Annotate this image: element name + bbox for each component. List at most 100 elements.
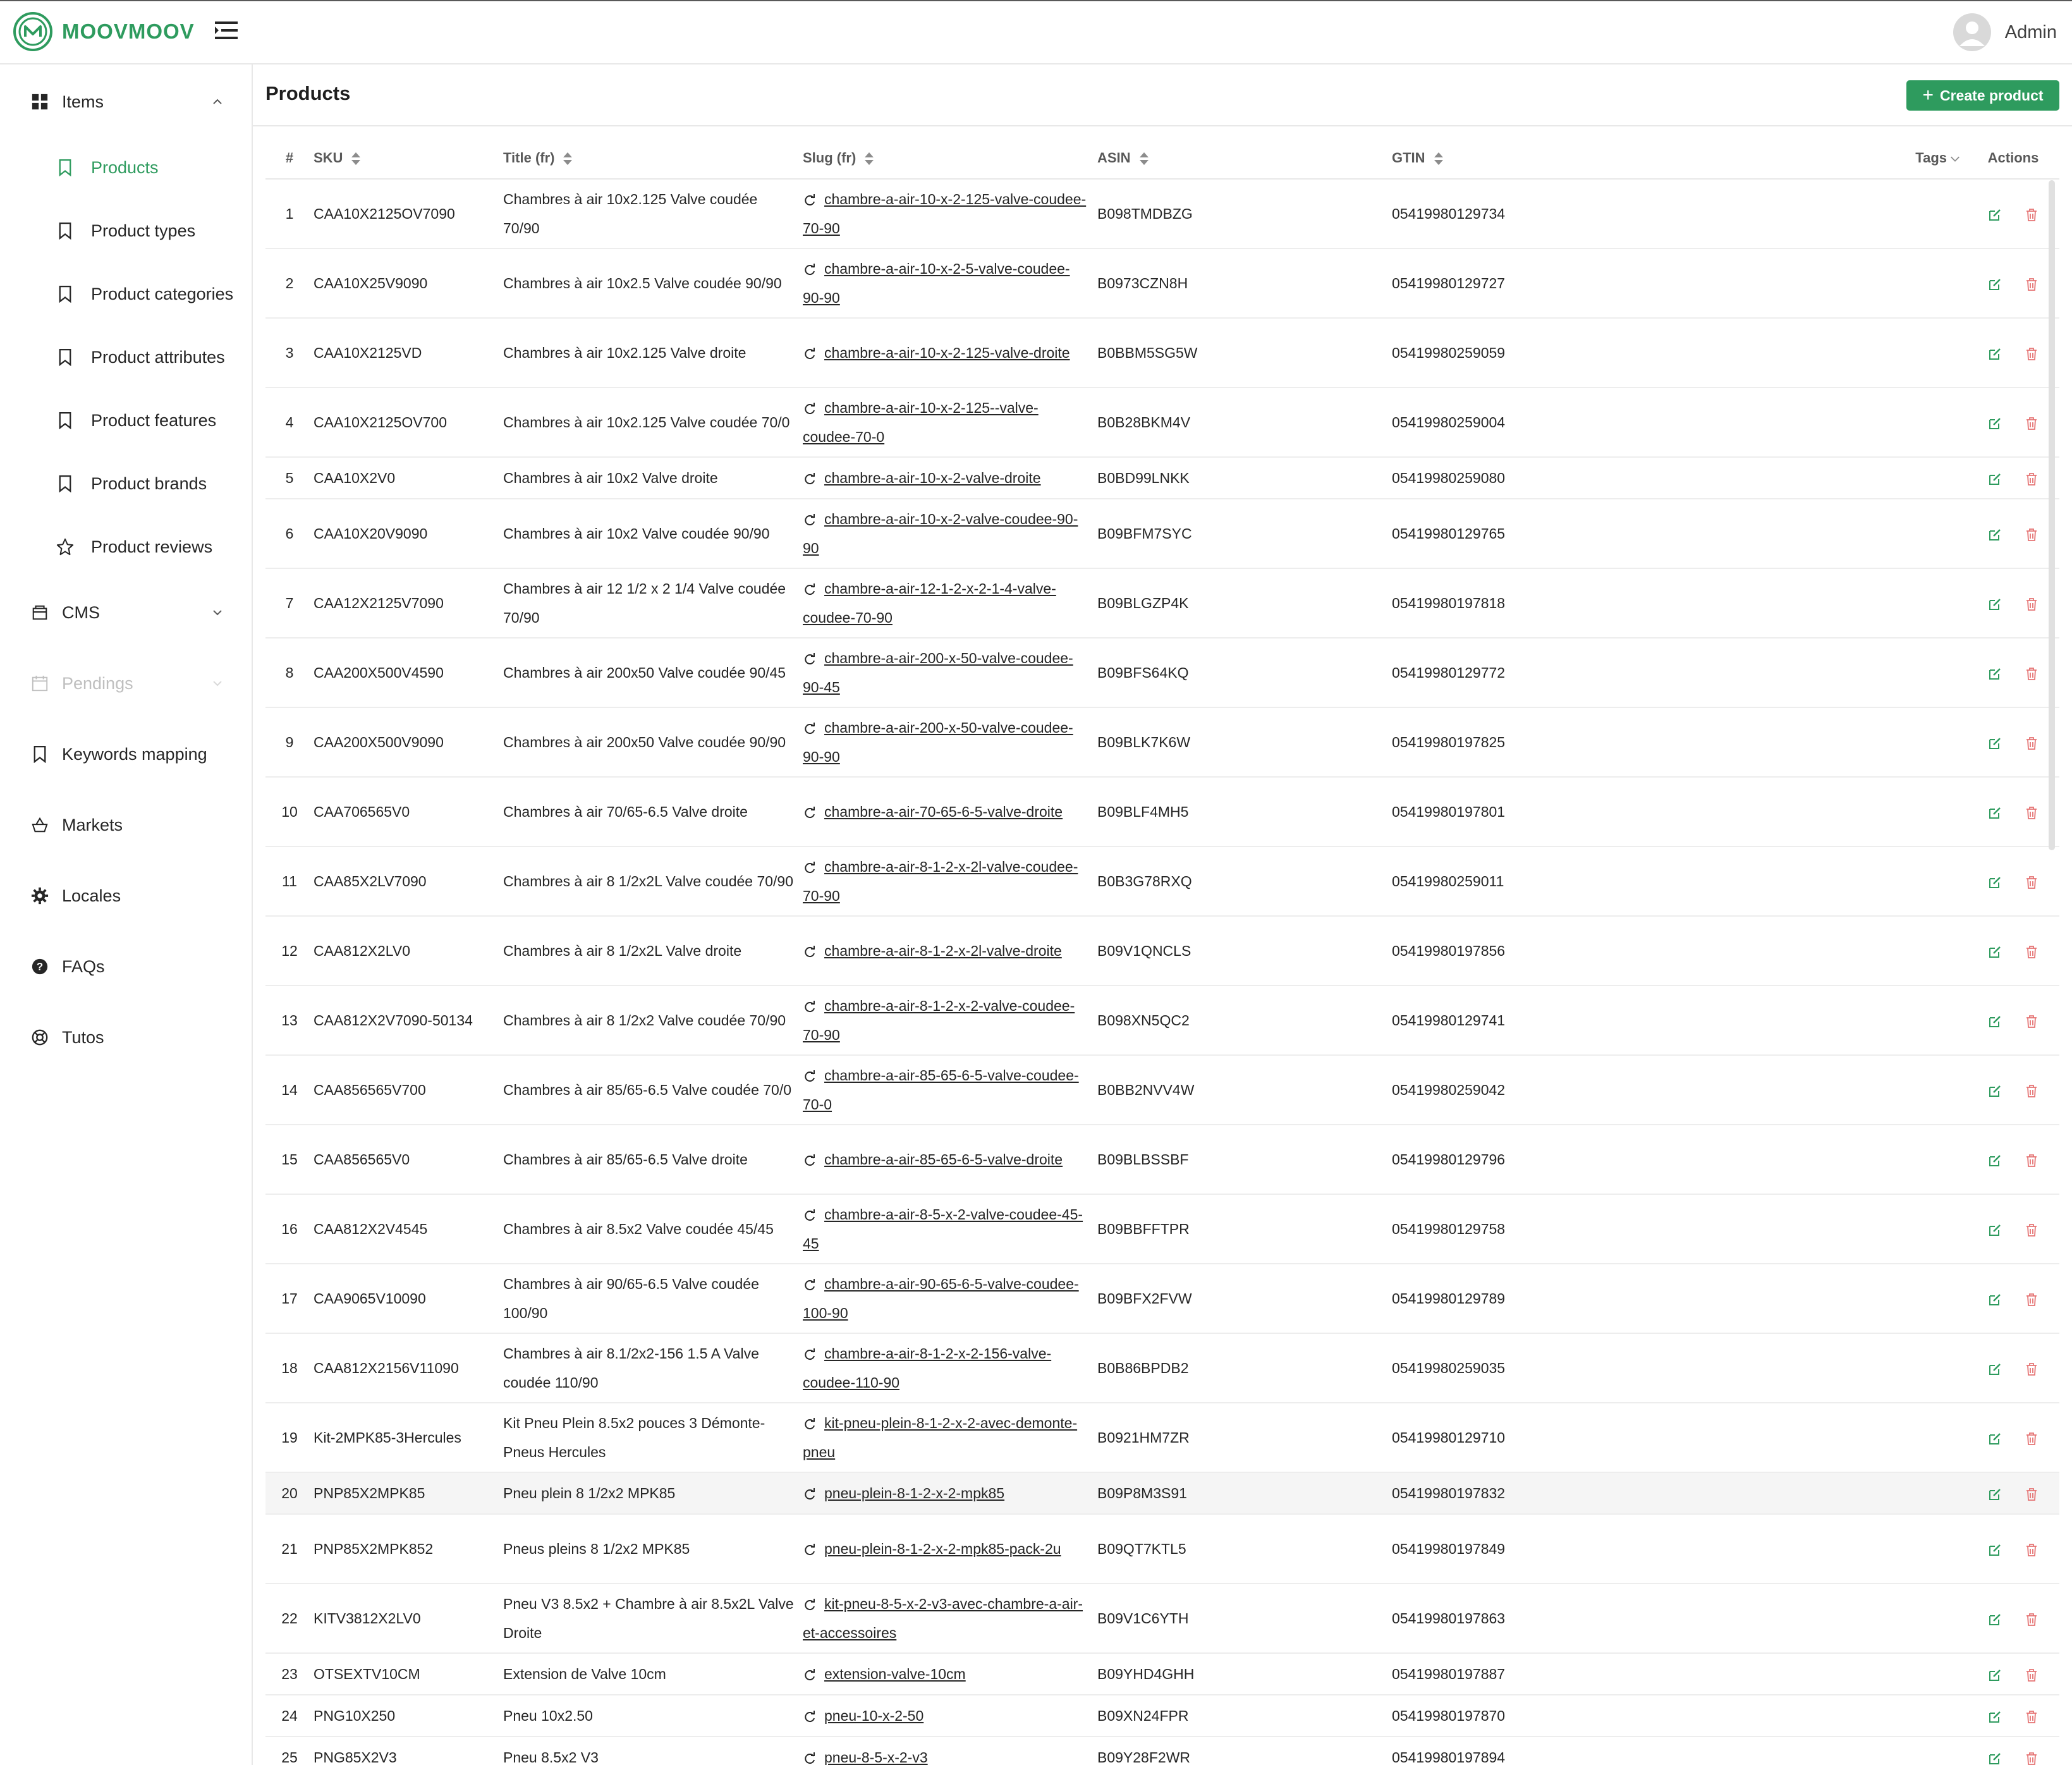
sidebar-item-product-features[interactable]: Product features — [54, 405, 244, 436]
slug-link[interactable]: pneu-plein-8-1-2-x-2-mpk85-pack-2u — [824, 1541, 1061, 1557]
table-row[interactable]: 6 CAA10X20V9090 Chambres à air 10x2 Valve … — [265, 499, 2059, 569]
trash-icon[interactable] — [2025, 1154, 2038, 1168]
edit-icon[interactable] — [1988, 1432, 2002, 1446]
sidebar-item-product-types[interactable]: Product types — [54, 215, 244, 247]
edit-icon[interactable] — [1988, 1293, 2002, 1307]
sync-icon[interactable] — [803, 1487, 817, 1501]
edit-icon[interactable] — [1988, 1015, 2002, 1029]
sync-icon[interactable] — [803, 513, 817, 527]
sync-icon[interactable] — [803, 722, 817, 736]
sync-icon[interactable] — [803, 1668, 817, 1682]
table-row[interactable]: 23 OTSEXTV10CM Extension de Valve 10cm exte… — [265, 1653, 2059, 1695]
table-row[interactable]: 5 CAA10X2V0 Chambres à air 10x2 Valve droi… — [265, 457, 2059, 499]
edit-icon[interactable] — [1988, 1543, 2002, 1557]
table-row[interactable]: 20 PNP85X2MPK85 Pneu plein 8 1/2x2 MPK85 pn… — [265, 1472, 2059, 1515]
trash-icon[interactable] — [2025, 876, 2038, 889]
col-header-sku[interactable]: SKU — [314, 138, 503, 180]
sync-icon[interactable] — [803, 945, 817, 959]
edit-icon[interactable] — [1988, 736, 2002, 750]
trash-icon[interactable] — [2025, 417, 2038, 431]
slug-link[interactable]: chambre-a-air-10-x-2-valve-coudee-90-90 — [803, 511, 1078, 556]
slug-link[interactable]: pneu-8-5-x-2-v3 — [824, 1749, 928, 1765]
table-row[interactable]: 12 CAA812X2LV0 Chambres à air 8 1/2x2L Val… — [265, 916, 2059, 986]
table-row[interactable]: 1 CAA10X2125OV7090 Chambres à air 10x2.125… — [265, 179, 2059, 249]
sync-icon[interactable] — [803, 1348, 817, 1362]
trash-icon[interactable] — [2025, 528, 2038, 542]
edit-icon[interactable] — [1988, 208, 2002, 222]
sidebar-item-locales[interactable]: Locales — [29, 880, 231, 912]
trash-icon[interactable] — [2025, 1362, 2038, 1376]
edit-icon[interactable] — [1988, 472, 2002, 486]
sync-icon[interactable] — [803, 193, 817, 207]
brand-logo[interactable]: MOOVMOOV — [13, 11, 195, 52]
trash-icon[interactable] — [2025, 806, 2038, 820]
sync-icon[interactable] — [803, 263, 817, 277]
slug-link[interactable]: kit-pneu-8-5-x-2-v3-avec-chambre-a-air-e… — [803, 1596, 1083, 1641]
chevron-down-icon[interactable] — [1949, 153, 1961, 164]
edit-icon[interactable] — [1988, 876, 2002, 889]
table-row[interactable]: 11 CAA85X2LV7090 Chambres à air 8 1/2x2L V… — [265, 846, 2059, 917]
trash-icon[interactable] — [2025, 1613, 2038, 1627]
sync-icon[interactable] — [803, 472, 817, 486]
sync-icon[interactable] — [803, 583, 817, 597]
col-header-slug[interactable]: Slug (fr) — [803, 138, 1097, 180]
edit-icon[interactable] — [1988, 347, 2002, 361]
edit-icon[interactable] — [1988, 1154, 2002, 1168]
menu-toggle-icon[interactable] — [214, 18, 239, 43]
sort-icon[interactable] — [562, 151, 573, 166]
sync-icon[interactable] — [803, 861, 817, 875]
scrollbar[interactable] — [2049, 180, 2055, 850]
table-row[interactable]: 15 CAA856565V0 Chambres à air 85/65-6.5 Va… — [265, 1125, 2059, 1195]
sync-icon[interactable] — [803, 1070, 817, 1084]
trash-icon[interactable] — [2025, 667, 2038, 681]
edit-icon[interactable] — [1988, 667, 2002, 681]
table-row[interactable]: 19 Kit-2MPK85-3Hercules Kit Pneu Plein 8.5… — [265, 1403, 2059, 1473]
table-row[interactable]: 16 CAA812X2V4545 Chambres à air 8.5x2 Valv… — [265, 1194, 2059, 1264]
col-header-tags[interactable]: Tags — [1891, 138, 1967, 180]
slug-link[interactable]: chambre-a-air-8-1-2-x-2-valve-coudee-70-… — [803, 998, 1075, 1043]
sync-icon[interactable] — [803, 1417, 817, 1431]
sidebar-item-tutos[interactable]: Tutos — [29, 1022, 231, 1053]
sync-icon[interactable] — [803, 1598, 817, 1612]
slug-link[interactable]: chambre-a-air-10-x-2-125-valve-droite — [824, 345, 1070, 361]
edit-icon[interactable] — [1988, 1613, 2002, 1627]
slug-link[interactable]: chambre-a-air-12-1-2-x-2-1-4-valve-coude… — [803, 580, 1056, 626]
trash-icon[interactable] — [2025, 736, 2038, 750]
table-row[interactable]: 8 CAA200X500V4590 Chambres à air 200x50 Va… — [265, 638, 2059, 708]
trash-icon[interactable] — [2025, 945, 2038, 959]
trash-icon[interactable] — [2025, 1710, 2038, 1724]
sync-icon[interactable] — [803, 1543, 817, 1557]
sort-icon[interactable] — [1138, 151, 1150, 166]
sync-icon[interactable] — [803, 402, 817, 416]
edit-icon[interactable] — [1988, 417, 2002, 431]
trash-icon[interactable] — [2025, 1668, 2038, 1682]
table-row[interactable]: 25 PNG85X2V3 Pneu 8.5x2 V3 pneu-8-5-x-2-v3 B… — [265, 1737, 2059, 1765]
table-row[interactable]: 2 CAA10X25V9090 Chambres à air 10x2.5 Valv… — [265, 248, 2059, 319]
sidebar-group-items[interactable]: Items — [29, 86, 231, 118]
slug-link[interactable]: chambre-a-air-10-x-2-125--valve-coudee-7… — [803, 400, 1039, 445]
edit-icon[interactable] — [1988, 1710, 2002, 1724]
col-header-title[interactable]: Title (fr) — [503, 138, 803, 180]
trash-icon[interactable] — [2025, 1543, 2038, 1557]
trash-icon[interactable] — [2025, 278, 2038, 291]
sync-icon[interactable] — [803, 806, 817, 820]
create-product-button[interactable]: + Create product — [1906, 80, 2059, 111]
edit-icon[interactable] — [1988, 278, 2002, 291]
trash-icon[interactable] — [2025, 347, 2038, 361]
sidebar-item-product-brands[interactable]: Product brands — [54, 468, 244, 499]
table-row[interactable]: 13 CAA812X2V7090-50134 Chambres à air 8 1/… — [265, 986, 2059, 1056]
table-row[interactable]: 7 CAA12X2125V7090 Chambres à air 12 1/2 x … — [265, 568, 2059, 638]
slug-link[interactable]: chambre-a-air-10-x-2-5-valve-coudee-90-9… — [803, 260, 1070, 306]
table-row[interactable]: 18 CAA812X2156V11090 Chambres à air 8.1/2x… — [265, 1333, 2059, 1403]
sync-icon[interactable] — [803, 1278, 817, 1292]
slug-link[interactable]: kit-pneu-plein-8-1-2-x-2-avec-demonte-pn… — [803, 1415, 1077, 1460]
table-row[interactable]: 4 CAA10X2125OV700 Chambres à air 10x2.125 … — [265, 388, 2059, 458]
sidebar-item-product-categories[interactable]: Product categories — [54, 278, 244, 310]
sync-icon[interactable] — [803, 1209, 817, 1223]
slug-link[interactable]: chambre-a-air-10-x-2-125-valve-coudee-70… — [803, 191, 1086, 236]
sidebar-item-product-attributes[interactable]: Product attributes — [54, 341, 244, 373]
sync-icon[interactable] — [803, 1752, 817, 1765]
slug-link[interactable]: chambre-a-air-85-65-6-5-valve-coudee-70-… — [803, 1067, 1079, 1113]
trash-icon[interactable] — [2025, 1293, 2038, 1307]
slug-link[interactable]: chambre-a-air-90-65-6-5-valve-coudee-100… — [803, 1276, 1079, 1321]
